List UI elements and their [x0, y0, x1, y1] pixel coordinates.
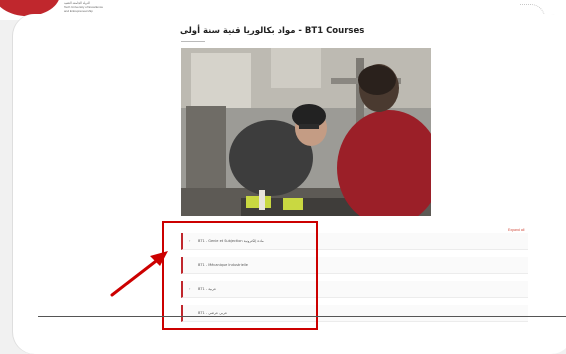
annotation-arrow-icon: [110, 251, 168, 297]
footer-divider: [38, 316, 566, 317]
